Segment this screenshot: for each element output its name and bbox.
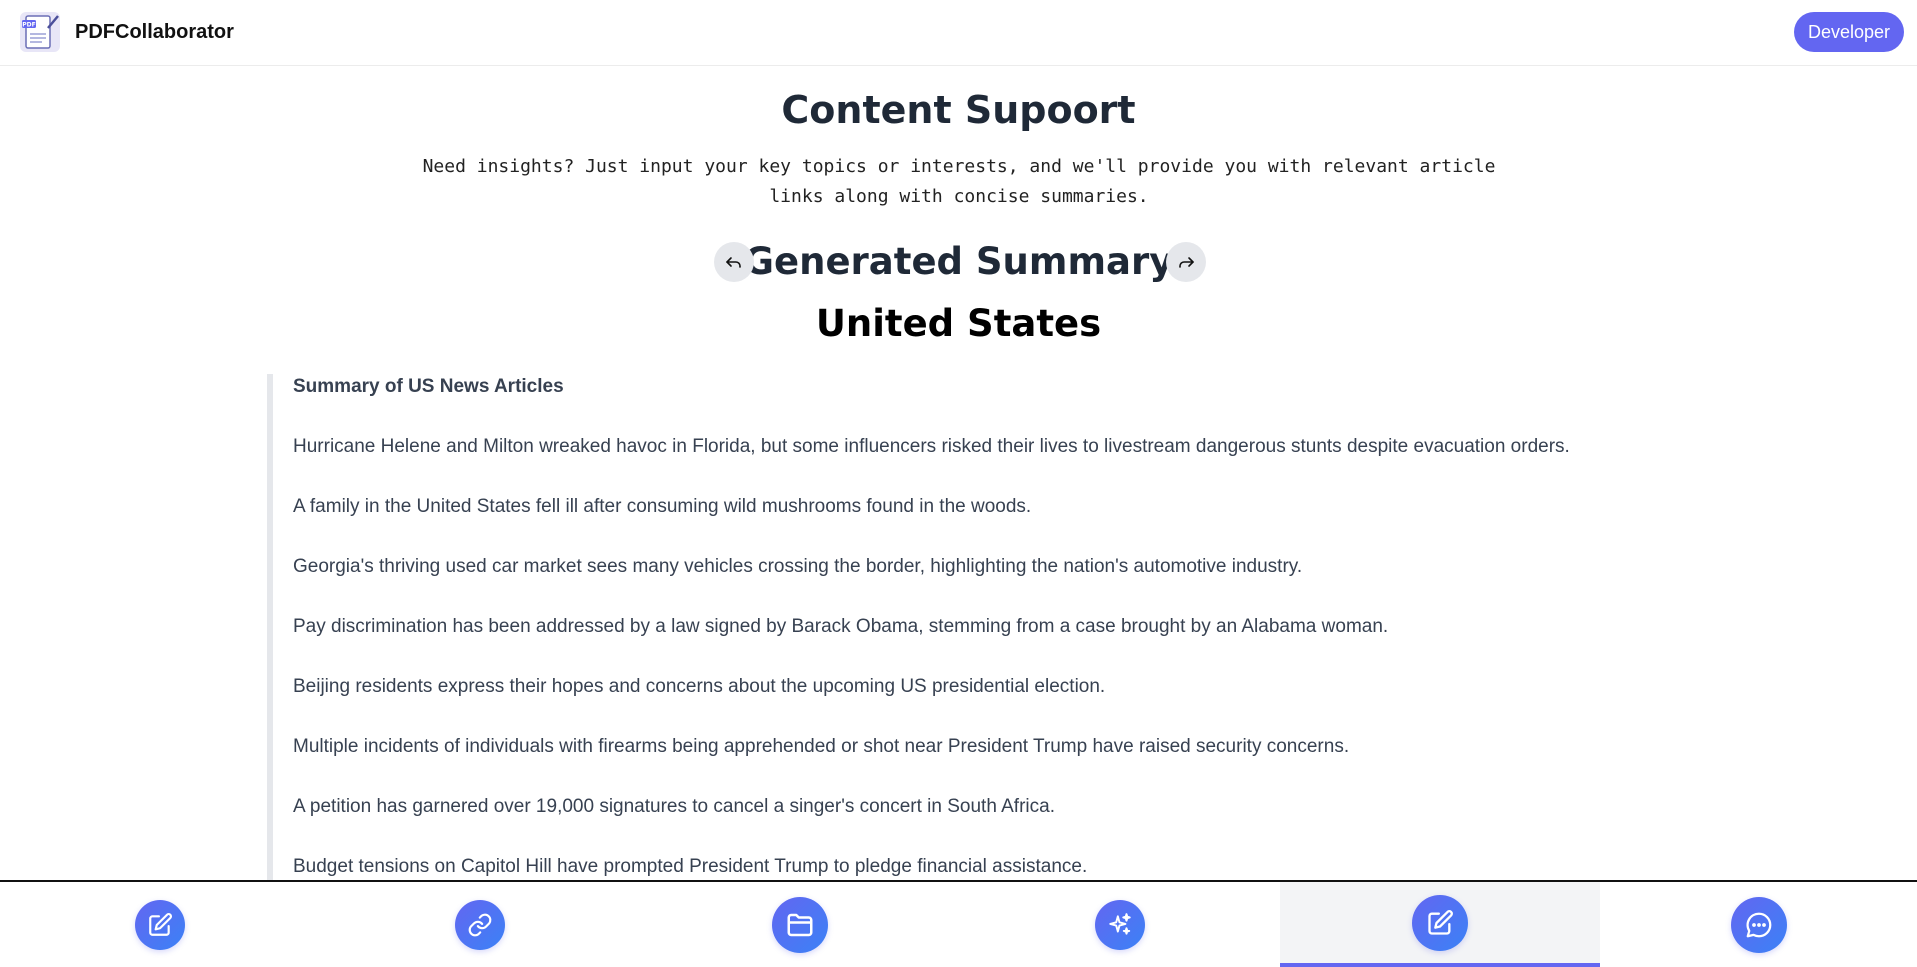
top-bar: PDF PDFCollaborator Developer: [0, 0, 1917, 66]
nav-item-edit[interactable]: [0, 882, 320, 967]
pdf-document-logo[interactable]: PDF: [18, 10, 62, 54]
summary-blockquote: Summary of US News Articles Hurricane He…: [267, 374, 1667, 880]
nav-item-ai[interactable]: [960, 882, 1280, 967]
nav-item-content-support[interactable]: [1280, 882, 1600, 967]
summary-item: A petition has garnered over 19,000 sign…: [293, 796, 1055, 817]
summary-item: Budget tensions on Capitol Hill have pro…: [293, 856, 1088, 877]
summary-item: A family in the United States fell ill a…: [293, 496, 1032, 517]
undo-arrow-icon: [726, 257, 741, 268]
folder-icon: [772, 896, 828, 953]
summary-section-title: Summary of US News Articles: [293, 376, 564, 397]
summary-item: Hurricane Helene and Milton wreaked havo…: [293, 436, 1570, 457]
page-title: Content Supoort: [781, 88, 1136, 132]
main-content: Content Supoort Need insights? Just inpu…: [0, 66, 1917, 880]
country-title: United States: [815, 302, 1102, 345]
summary-header: Generated Summary: [0, 234, 1917, 290]
link-icon: [455, 899, 505, 950]
redo-arrow-icon: [1179, 257, 1194, 268]
summary-item: Beijing residents express their hopes an…: [293, 676, 1106, 697]
chat-icon: [1730, 896, 1787, 953]
page-subtitle: Need insights? Just input your key topic…: [422, 156, 1496, 207]
bottom-navigation: [0, 880, 1917, 967]
next-summary-button[interactable]: [1166, 242, 1206, 282]
edit-square-icon: [1412, 894, 1468, 951]
summary-item: Multiple incidents of individuals with f…: [293, 736, 1350, 757]
previous-summary-button[interactable]: [714, 242, 754, 282]
app-name: PDFCollaborator: [75, 21, 234, 43]
summary-item: Georgia's thriving used car market sees …: [293, 556, 1303, 577]
developer-button[interactable]: Developer: [1794, 12, 1904, 52]
nav-item-link[interactable]: [320, 882, 640, 967]
summary-item: Pay discrimination has been addressed by…: [293, 616, 1389, 637]
nav-item-folder[interactable]: [640, 882, 960, 967]
edit-icon: [135, 899, 185, 950]
sparkles-icon: [1095, 899, 1145, 950]
generated-summary-title: Generated Summary: [743, 240, 1174, 283]
nav-item-chat[interactable]: [1600, 882, 1917, 967]
svg-text:PDF: PDF: [22, 22, 35, 29]
